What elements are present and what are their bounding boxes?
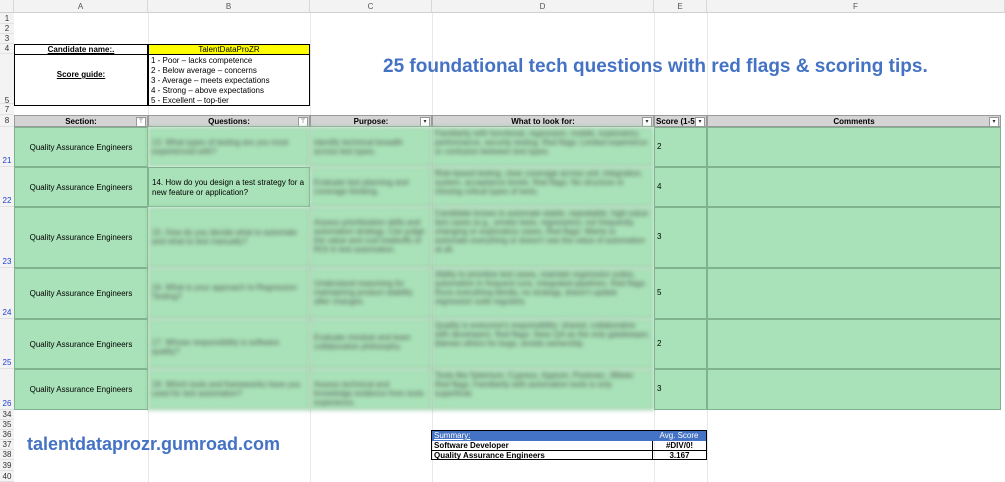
header-purpose: Purpose: ▾ <box>310 115 432 127</box>
score-cell[interactable]: 3 <box>654 207 707 268</box>
purpose-cell[interactable]: Assess prioritization skills and automat… <box>310 207 432 268</box>
summary-header: Summary: <box>432 431 652 441</box>
purpose-cell[interactable]: Evaluate test planning and coverage thin… <box>310 167 432 207</box>
summary-row-score[interactable]: #DIV/0! <box>652 441 706 451</box>
gumroad-link[interactable]: talentdataprozr.gumroad.com <box>27 434 280 455</box>
row-number[interactable]: 34 <box>0 410 14 420</box>
section-cell[interactable]: Quality Assurance Engineers <box>14 268 148 319</box>
row-number[interactable]: 39 <box>0 460 14 471</box>
score-guide-item: 4 - Strong – above expectations <box>151 86 264 95</box>
score-guide-item: 5 - Excellent – top-tier <box>151 96 229 105</box>
row-number[interactable]: 26 <box>0 369 14 410</box>
avg-score-header: Avg. Score <box>652 431 706 441</box>
filter-icon[interactable]: ⊤ <box>136 117 146 127</box>
score-cell[interactable]: 2 <box>654 319 707 369</box>
header-score: Score (1-5): ▾ <box>654 115 707 127</box>
row-number[interactable]: 25 <box>0 319 14 369</box>
score-cell[interactable]: 4 <box>654 167 707 207</box>
column-header-f[interactable]: F <box>707 0 1005 13</box>
what-cell[interactable]: Quality is everyone's responsibility: sh… <box>432 319 654 369</box>
column-header-c[interactable]: C <box>310 0 432 13</box>
question-cell[interactable]: 17. Whose responsibility is software qua… <box>148 319 310 369</box>
dropdown-icon[interactable]: ▾ <box>420 117 430 127</box>
dropdown-icon[interactable]: ▾ <box>989 117 999 127</box>
comments-cell[interactable] <box>707 268 1001 319</box>
comments-cell[interactable] <box>707 167 1001 207</box>
summary-row-score[interactable]: 3.167 <box>652 451 706 460</box>
score-guide-item: 3 - Average – meets expectations <box>151 76 270 85</box>
header-questions: Questions: ⊤ <box>148 115 310 127</box>
row-number[interactable]: 35 <box>0 420 14 430</box>
what-cell[interactable]: Candidate knows to automate stable, repe… <box>432 207 654 268</box>
row-number[interactable]: 36 <box>0 430 14 440</box>
dropdown-icon[interactable]: ▾ <box>642 117 652 127</box>
what-cell[interactable]: Tools like Selenium, Cypress, Appium, Po… <box>432 369 654 410</box>
header-what-to-look-for: What to look for: ▾ <box>432 115 654 127</box>
row-number[interactable]: 5 <box>0 54 14 105</box>
comments-cell[interactable] <box>707 207 1001 268</box>
question-cell[interactable]: 14. How do you design a test strategy fo… <box>148 167 310 207</box>
question-cell[interactable]: 15. How do you decide what to automate a… <box>148 207 310 268</box>
score-cell[interactable]: 3 <box>654 369 707 410</box>
score-guide-label-cell: Score guide: <box>14 54 148 106</box>
score-guide-label: Score guide: <box>56 70 106 79</box>
section-cell[interactable]: Quality Assurance Engineers <box>14 319 148 369</box>
what-cell[interactable]: Familiarity with functional, regression,… <box>432 127 654 167</box>
section-cell[interactable]: Quality Assurance Engineers <box>14 207 148 268</box>
select-all-corner[interactable] <box>0 0 14 13</box>
summary-row-name[interactable]: Software Developer <box>432 441 652 451</box>
row-number[interactable]: 4 <box>0 44 14 54</box>
column-header-d[interactable]: D <box>432 0 654 13</box>
dropdown-icon[interactable]: ▾ <box>695 117 705 127</box>
headline: 25 foundational tech questions with red … <box>383 56 928 77</box>
row-number[interactable]: 37 <box>0 440 14 450</box>
purpose-cell[interactable]: Assess technical and knowledge evidence … <box>310 369 432 410</box>
row-number[interactable]: 8 <box>0 115 14 127</box>
score-cell[interactable]: 5 <box>654 268 707 319</box>
summary-table: Summary: Avg. Score Software Developer #… <box>431 430 707 460</box>
column-header-a[interactable]: A <box>14 0 148 13</box>
score-guide-list: 1 - Poor – lacks competence 2 - Below av… <box>148 54 310 106</box>
section-cell[interactable]: Quality Assurance Engineers <box>14 127 148 167</box>
section-cell[interactable]: Quality Assurance Engineers <box>14 167 148 207</box>
row-number[interactable]: 3 <box>0 34 14 44</box>
row-number[interactable]: 1 <box>0 13 14 24</box>
score-cell[interactable]: 2 <box>654 127 707 167</box>
what-cell[interactable]: Ability to prioritize test cases, mainta… <box>432 268 654 319</box>
purpose-cell[interactable]: Evaluate mindset and team collaboration … <box>310 319 432 369</box>
comments-cell[interactable] <box>707 319 1001 369</box>
column-header-e[interactable]: E <box>654 0 707 13</box>
question-cell[interactable]: 13. What types of testing are you most e… <box>148 127 310 167</box>
filter-icon[interactable]: ⊤ <box>298 117 308 127</box>
score-guide-item: 1 - Poor – lacks competence <box>151 56 253 65</box>
section-cell[interactable]: Quality Assurance Engineers <box>14 369 148 410</box>
purpose-cell[interactable]: Identify technical breadth across test t… <box>310 127 432 167</box>
row-number[interactable]: 23 <box>0 207 14 268</box>
header-comments: Comments ▾ <box>707 115 1001 127</box>
comments-cell[interactable] <box>707 369 1001 410</box>
row-number[interactable]: 21 <box>0 127 14 167</box>
purpose-cell[interactable]: Understand reasoning for maintaining pro… <box>310 268 432 319</box>
row-number[interactable]: 2 <box>0 24 14 34</box>
question-cell[interactable]: 18. Which tools and frameworks have you … <box>148 369 310 410</box>
comments-cell[interactable] <box>707 127 1001 167</box>
header-section: Section: ⊤ <box>14 115 148 127</box>
summary-row-name[interactable]: Quality Assurance Engineers <box>432 451 652 460</box>
row-number[interactable]: 40 <box>0 471 14 482</box>
row-number[interactable]: 7 <box>0 104 14 115</box>
row-number[interactable]: 38 <box>0 450 14 460</box>
score-guide-item: 2 - Below average – concerns <box>151 66 257 75</box>
column-header-b[interactable]: B <box>148 0 310 13</box>
row-number[interactable]: 24 <box>0 268 14 319</box>
row-number[interactable]: 22 <box>0 167 14 207</box>
what-cell[interactable]: Risk-based testing, clear coverage acros… <box>432 167 654 207</box>
question-cell[interactable]: 16. What is your approach to Regression … <box>148 268 310 319</box>
